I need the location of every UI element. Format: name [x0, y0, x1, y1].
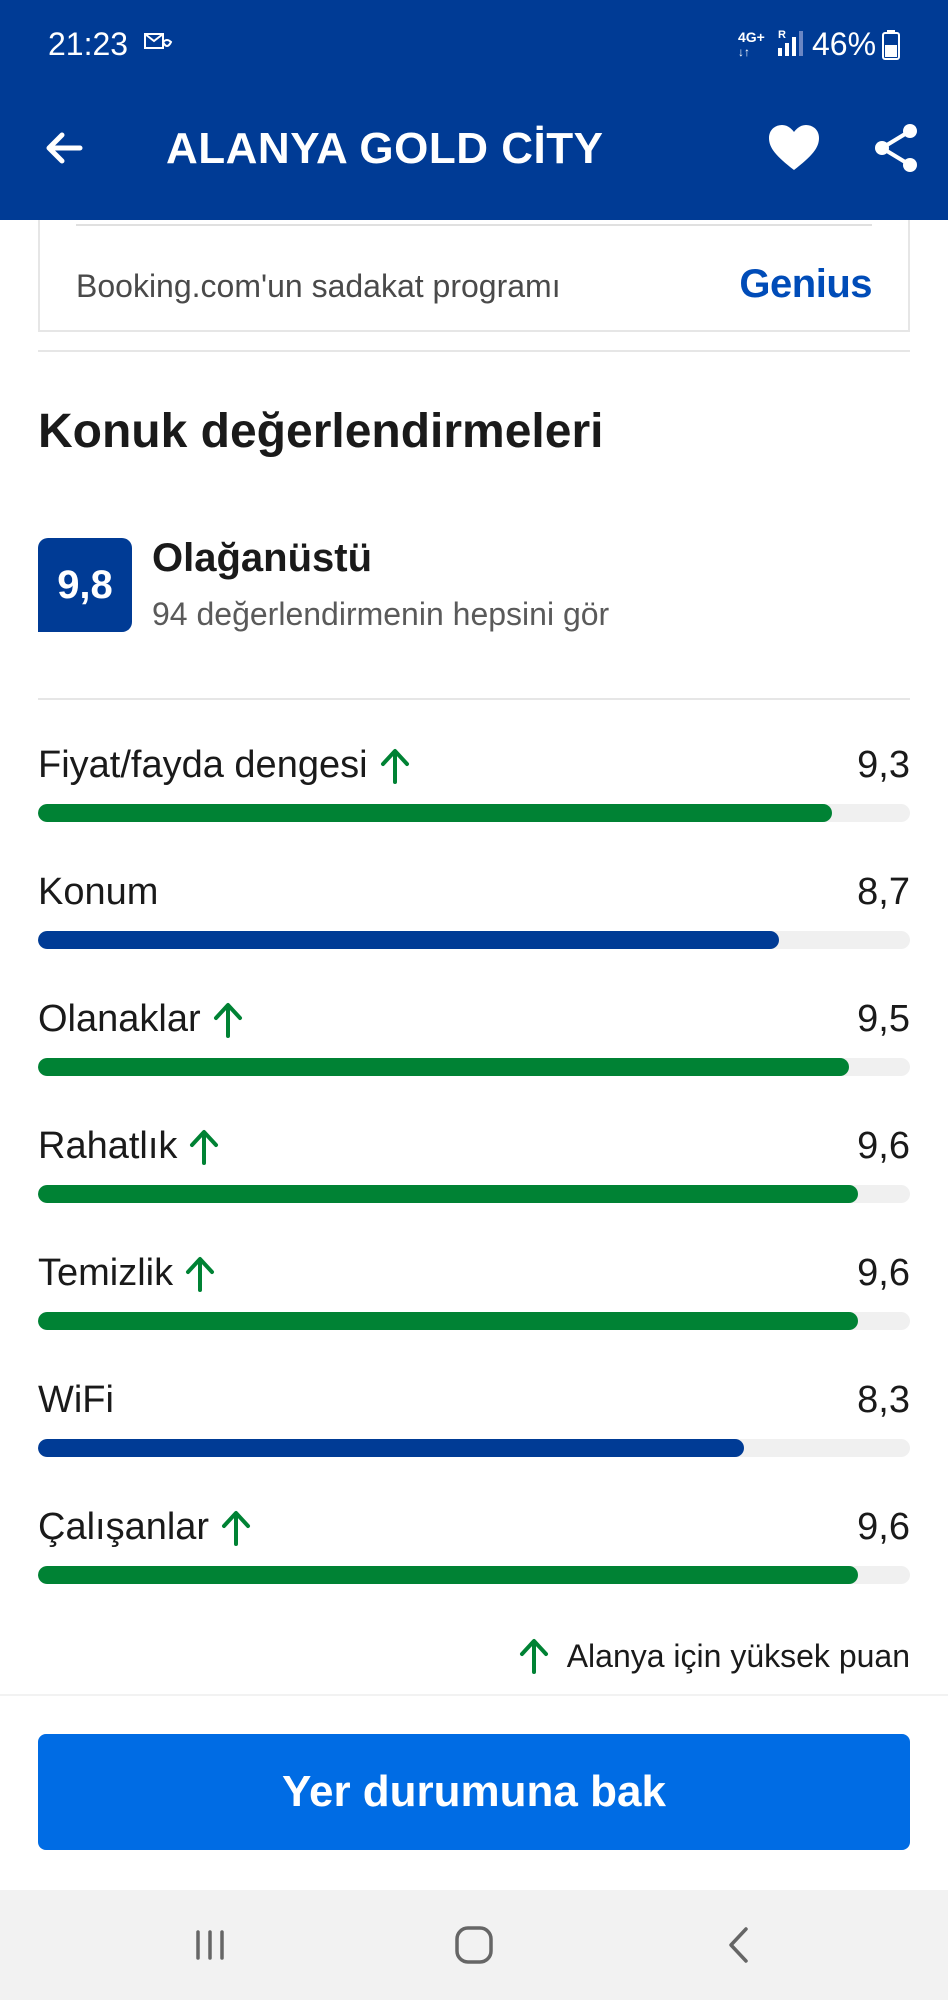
category-name: Konum	[38, 871, 158, 914]
score-bar-fill	[38, 1439, 744, 1457]
score-bar-fill	[38, 804, 832, 822]
arrow-up-icon	[186, 1256, 215, 1292]
category-name: Olanaklar	[38, 998, 245, 1041]
score-bar-track	[38, 804, 910, 822]
score-bar-fill	[38, 1058, 849, 1076]
back-nav-icon[interactable]	[715, 1920, 765, 1970]
category-score: 8,7	[857, 871, 910, 913]
all-reviews-link[interactable]: 94 değerlendirmenin hepsini gör	[152, 596, 609, 633]
category-name: Fiyat/fayda dengesi	[38, 744, 412, 787]
check-availability-button[interactable]: Yer durumuna bak	[38, 1734, 910, 1850]
status-bar: 21:23 4G+ ↓↑ R 46%	[0, 0, 948, 90]
arrow-up-icon	[519, 1639, 548, 1674]
network-arrows-icon: ↓↑	[738, 45, 750, 59]
divider	[76, 224, 872, 226]
category-score: 9,3	[857, 744, 910, 786]
arrow-left-icon[interactable]	[40, 123, 90, 173]
message-status-icon	[144, 33, 173, 49]
category-name: Çalışanlar	[38, 1506, 253, 1549]
category-name: WiFi	[38, 1379, 114, 1422]
section-title: Konuk değerlendirmeleri	[38, 405, 604, 458]
page-title: ALANYA GOLD CİTY	[166, 124, 604, 173]
category-row: Çalışanlar 9,6	[38, 1506, 910, 1606]
system-nav-bar	[0, 1890, 948, 2000]
divider	[38, 698, 910, 700]
category-score: 9,5	[857, 998, 910, 1040]
category-row: Olanaklar 9,5	[38, 998, 910, 1098]
category-row: WiFi 8,3	[38, 1379, 910, 1479]
arrow-up-icon	[380, 748, 409, 784]
category-name: Rahatlık	[38, 1125, 221, 1168]
score-bar-fill	[38, 1185, 858, 1203]
category-label: Çalışanlar	[38, 1506, 210, 1548]
score-bar-track	[38, 931, 910, 949]
arrow-up-icon	[213, 1002, 242, 1038]
heart-icon[interactable]	[766, 122, 822, 174]
network-label: 4G+ ↓↑	[738, 30, 765, 59]
score-bar-fill	[38, 931, 779, 949]
category-label: Fiyat/fayda dengesi	[38, 744, 368, 786]
top-bar: 21:23 4G+ ↓↑ R 46% ALANYA GOLD CİTY	[0, 0, 948, 220]
genius-logo: Genius	[739, 262, 872, 306]
divider	[38, 350, 910, 352]
high-score-legend: Alanya için yüksek puan	[517, 1636, 910, 1676]
score-bar-track	[38, 1058, 910, 1076]
category-row: Fiyat/fayda dengesi 9,3	[38, 744, 910, 844]
genius-card[interactable]: Booking.com'un sadakat programı Genius	[38, 220, 910, 332]
signal-icon: R	[778, 29, 803, 56]
review-score-word[interactable]: Olağanüstü	[152, 536, 372, 581]
category-label: Temizlik	[38, 1252, 174, 1294]
category-score: 9,6	[857, 1125, 910, 1167]
network-type: 4G+	[738, 29, 765, 45]
score-bar-track	[38, 1185, 910, 1203]
share-icon[interactable]	[872, 122, 920, 174]
recent-apps-icon[interactable]	[185, 1920, 235, 1970]
app-bar: ALANYA GOLD CİTY	[0, 90, 948, 220]
arrow-up-icon	[222, 1510, 251, 1546]
category-label: Konum	[38, 871, 159, 913]
category-score: 9,6	[857, 1252, 910, 1294]
category-label: Olanaklar	[38, 998, 201, 1040]
score-bar-fill	[38, 1312, 858, 1330]
category-row: Rahatlık 9,6	[38, 1125, 910, 1225]
battery-percent: 46%	[812, 26, 877, 62]
arrow-up-icon	[190, 1129, 219, 1165]
home-icon[interactable]	[449, 1920, 499, 1970]
battery-icon	[882, 30, 900, 60]
review-score-badge[interactable]: 9,8	[38, 538, 132, 632]
genius-label: Booking.com'un sadakat programı	[76, 268, 561, 304]
score-bar-fill	[38, 1566, 858, 1584]
score-bar-track	[38, 1312, 910, 1330]
category-label: WiFi	[38, 1379, 114, 1421]
category-row: Temizlik 9,6	[38, 1252, 910, 1352]
status-time: 21:23	[48, 26, 129, 62]
category-score: 8,3	[857, 1379, 910, 1421]
score-bar-track	[38, 1566, 910, 1584]
category-row: Konum 8,7	[38, 871, 910, 971]
category-name: Temizlik	[38, 1252, 217, 1295]
legend-text: Alanya için yüksek puan	[566, 1637, 910, 1674]
category-label: Rahatlık	[38, 1125, 178, 1167]
roaming-indicator: R	[778, 29, 786, 41]
score-bar-track	[38, 1439, 910, 1457]
category-score: 9,6	[857, 1506, 910, 1548]
